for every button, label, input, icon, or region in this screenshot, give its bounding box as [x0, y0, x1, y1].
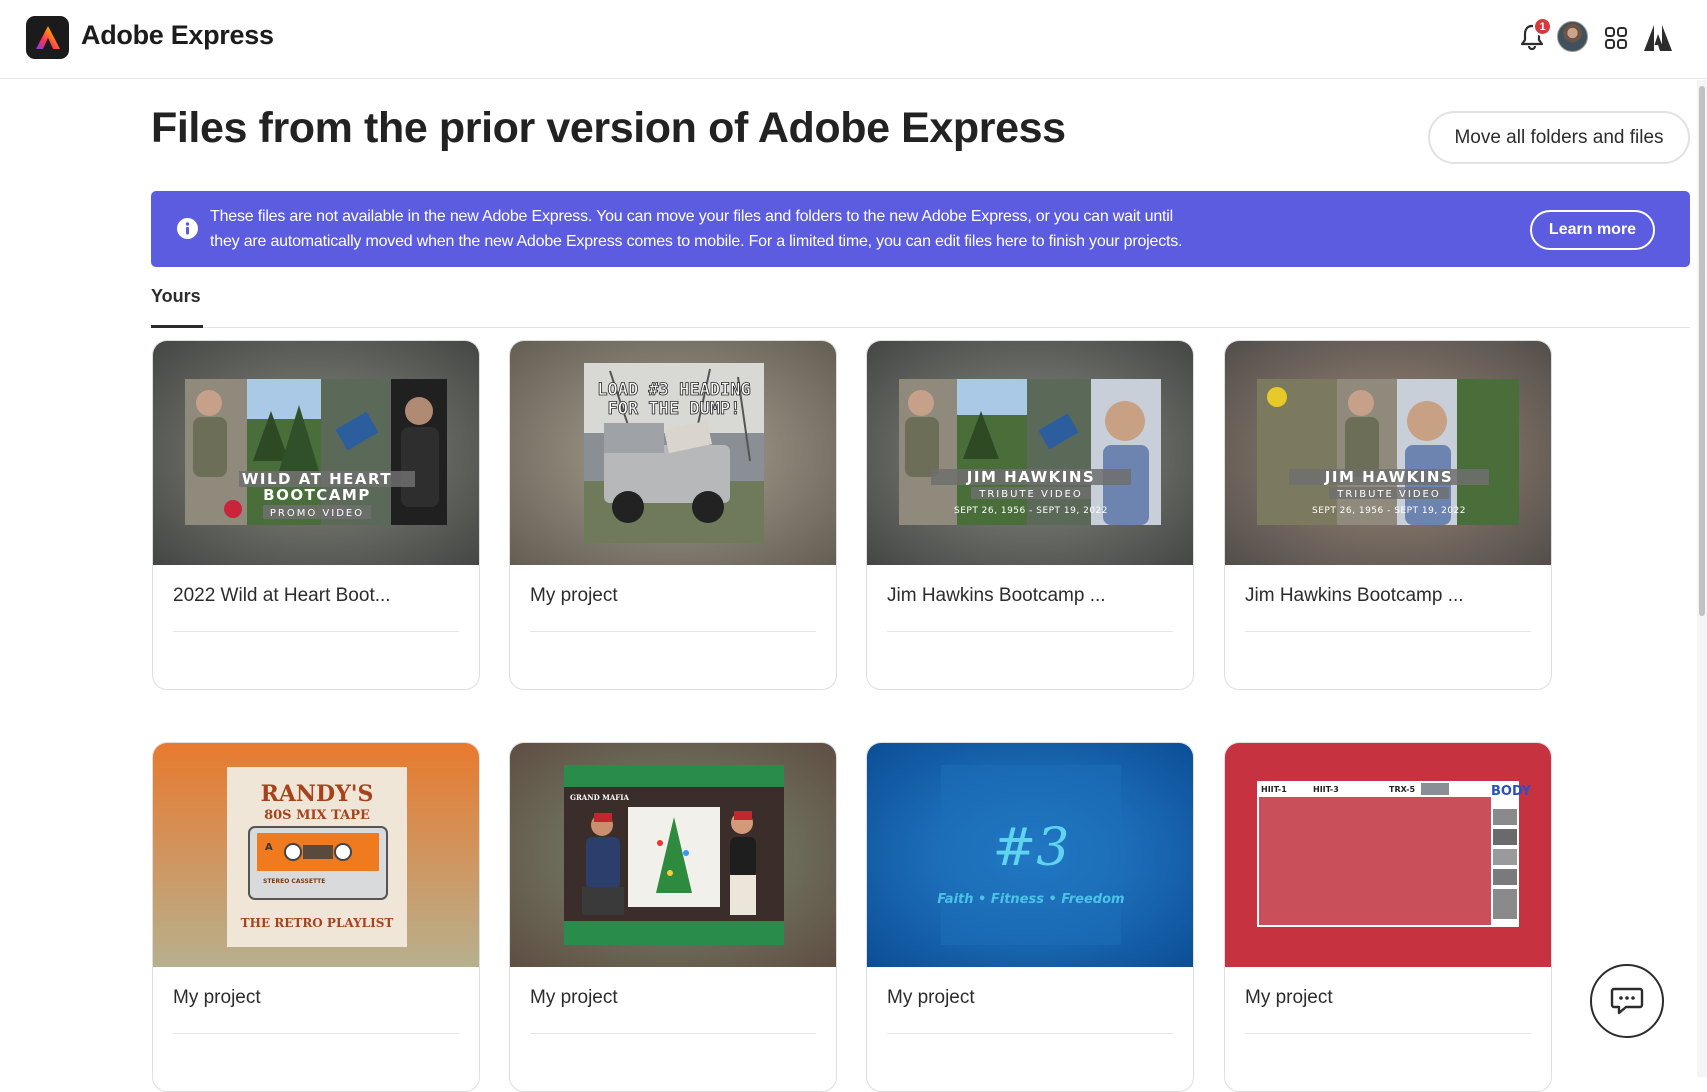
- project-thumbnail[interactable]: HIIT-1 HIIT-3 TRX-5 BODY: [1225, 743, 1551, 967]
- thumb-title-line1: JIM HAWKINS: [966, 468, 1095, 486]
- thumb-title-line2: Faith • Fitness • Freedom: [937, 892, 1124, 907]
- thumb-title-line1: #3: [993, 818, 1070, 878]
- thumb-title-line4: STEREO CASSETTE: [263, 878, 325, 885]
- info-banner: These files are not available in the new…: [151, 191, 1690, 267]
- project-card[interactable]: GRAND MAFIA My project: [509, 742, 837, 1092]
- banner-line-2: they are automatically moved when the ne…: [210, 233, 1183, 250]
- project-card[interactable]: JIM HAWKINS TRIBUTE VIDEO SEPT 26, 1956 …: [1224, 340, 1552, 690]
- project-thumbnail[interactable]: JIM HAWKINS TRIBUTE VIDEO SEPT 26, 1956 …: [1225, 341, 1551, 565]
- thumb-title-line1: GRAND MAFIA: [570, 793, 630, 802]
- project-name[interactable]: My project: [887, 987, 975, 1009]
- thumb-title-line3: PROMO VIDEO: [270, 508, 364, 519]
- learn-more-button[interactable]: Learn more: [1530, 210, 1655, 250]
- project-thumbnail[interactable]: WILD AT HEART BOOTCAMP PROMO VIDEO: [153, 341, 479, 565]
- adobe-express-logo-icon[interactable]: [26, 16, 69, 59]
- project-name[interactable]: My project: [1245, 987, 1333, 1009]
- banner-message: These files are not available in the new…: [210, 204, 1310, 254]
- project-name[interactable]: My project: [173, 987, 261, 1009]
- thumb-title-line1: LOAD #3 HEADING: [597, 380, 751, 400]
- thumb-title-line1: HIIT-1: [1261, 785, 1287, 794]
- apps-grid-icon[interactable]: [1604, 26, 1628, 50]
- project-card[interactable]: JIM HAWKINS TRIBUTE VIDEO SEPT 26, 1956 …: [866, 340, 1194, 690]
- user-avatar[interactable]: [1557, 21, 1588, 52]
- card-divider: [1245, 1033, 1531, 1034]
- info-icon: [177, 218, 198, 239]
- scrollbar-thumb[interactable]: [1699, 86, 1705, 616]
- project-card[interactable]: LOAD #3 HEADING FOR THE DUMP! My project: [509, 340, 837, 690]
- project-thumbnail[interactable]: GRAND MAFIA: [510, 743, 836, 967]
- card-divider: [173, 1033, 459, 1034]
- move-all-button[interactable]: Move all folders and files: [1428, 111, 1690, 164]
- card-divider: [530, 1033, 816, 1034]
- thumb-title-line2: TRIBUTE VIDEO: [978, 489, 1082, 500]
- thumb-title-line3: SEPT 26, 1956 - SEPT 19, 2022: [1312, 506, 1466, 516]
- thumb-title-line3: TRX-5: [1389, 785, 1415, 794]
- thumb-title-line2: HIIT-3: [1313, 785, 1339, 794]
- card-divider: [530, 631, 816, 632]
- thumb-title-line2: FOR THE DUMP!: [607, 399, 740, 419]
- thumb-title-line2: TRIBUTE VIDEO: [1336, 489, 1440, 500]
- project-thumbnail[interactable]: #3 Faith • Fitness • Freedom: [867, 743, 1193, 967]
- project-thumbnail[interactable]: LOAD #3 HEADING FOR THE DUMP!: [510, 341, 836, 565]
- app-title[interactable]: Adobe Express: [81, 20, 274, 51]
- project-thumbnail[interactable]: JIM HAWKINS TRIBUTE VIDEO SEPT 26, 1956 …: [867, 341, 1193, 565]
- chat-button[interactable]: [1590, 964, 1664, 1038]
- project-name[interactable]: My project: [530, 585, 618, 607]
- top-bar: Adobe Express 1: [0, 0, 1707, 79]
- svg-text:A: A: [265, 842, 273, 853]
- page-title: Files from the prior version of Adobe Ex…: [151, 104, 1066, 152]
- project-thumbnail[interactable]: RANDY'S 80S MIX TAPE A STEREO CASSETTE T…: [153, 743, 479, 967]
- thumb-title-line3: THE RETRO PLAYLIST: [241, 916, 394, 930]
- card-divider: [1245, 631, 1531, 632]
- thumb-title-line3: SEPT 26, 1956 - SEPT 19, 2022: [954, 506, 1108, 516]
- project-name[interactable]: 2022 Wild at Heart Boot...: [173, 585, 391, 607]
- adobe-logo-icon[interactable]: [1643, 24, 1673, 52]
- tab-bar: Yours: [151, 283, 1690, 328]
- project-card[interactable]: WILD AT HEART BOOTCAMP PROMO VIDEO 2022 …: [152, 340, 480, 690]
- card-divider: [887, 631, 1173, 632]
- card-divider: [887, 1033, 1173, 1034]
- notification-badge: 1: [1533, 17, 1552, 36]
- card-divider: [173, 631, 459, 632]
- project-card[interactable]: HIIT-1 HIIT-3 TRX-5 BODY My project: [1224, 742, 1552, 1092]
- thumb-title-line1: JIM HAWKINS: [1324, 468, 1453, 486]
- tab-yours[interactable]: Yours: [151, 286, 203, 328]
- project-name[interactable]: Jim Hawkins Bootcamp ...: [887, 585, 1106, 607]
- thumb-title-line1: RANDY'S: [261, 781, 374, 807]
- thumb-title-line2: 80S MIX TAPE: [264, 808, 370, 823]
- thumb-title-line2: BOOTCAMP: [263, 486, 371, 504]
- project-name[interactable]: Jim Hawkins Bootcamp ...: [1245, 585, 1464, 607]
- banner-line-1: These files are not available in the new…: [210, 208, 1174, 225]
- thumb-title-line4: BODY: [1491, 784, 1532, 799]
- project-card[interactable]: #3 Faith • Fitness • Freedom My project: [866, 742, 1194, 1092]
- project-card[interactable]: RANDY'S 80S MIX TAPE A STEREO CASSETTE T…: [152, 742, 480, 1092]
- chat-bubble-icon: [1610, 987, 1644, 1015]
- project-name[interactable]: My project: [530, 987, 618, 1009]
